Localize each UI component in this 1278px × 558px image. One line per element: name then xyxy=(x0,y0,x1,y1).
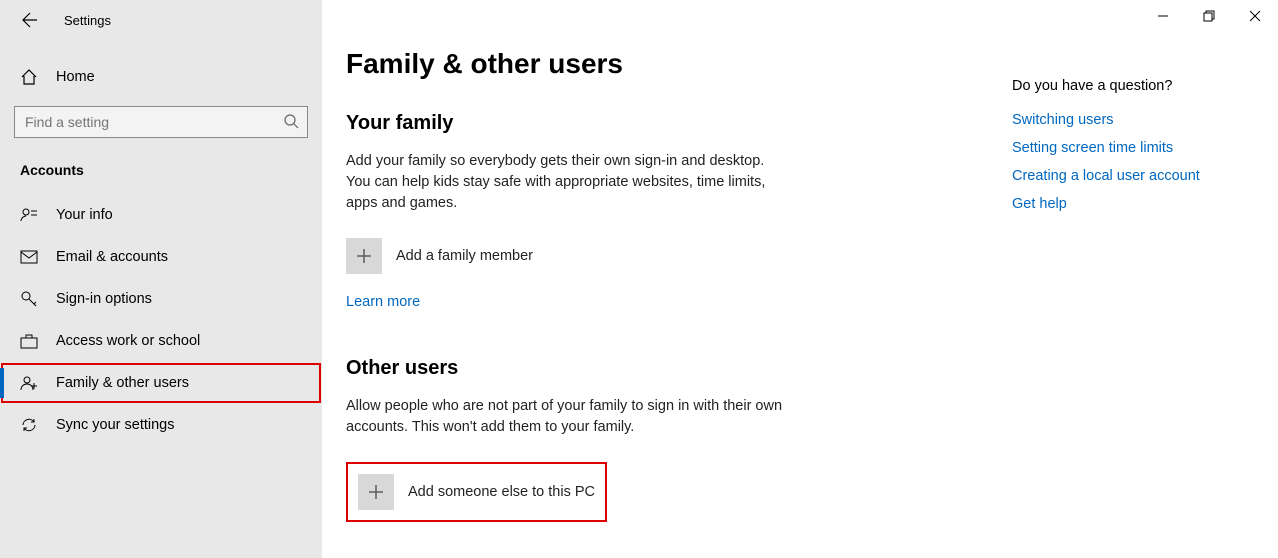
minimize-button[interactable] xyxy=(1140,0,1186,32)
family-description: Add your family so everybody gets their … xyxy=(346,151,786,214)
app-title: Settings xyxy=(64,13,111,28)
plus-icon xyxy=(346,238,382,274)
minimize-icon xyxy=(1157,10,1169,22)
nav-label: Your info xyxy=(56,207,113,223)
nav-label: Email & accounts xyxy=(56,249,168,265)
back-button[interactable] xyxy=(20,10,40,30)
sidebar-item-your-info[interactable]: Your info xyxy=(0,194,322,236)
help-link-screen-time[interactable]: Setting screen time limits xyxy=(1012,140,1242,156)
help-link-local-account[interactable]: Creating a local user account xyxy=(1012,168,1242,184)
nav-label: Sync your settings xyxy=(56,417,174,433)
add-someone-label: Add someone else to this PC xyxy=(408,484,595,500)
search-icon xyxy=(283,113,299,129)
nav-label: Access work or school xyxy=(56,333,200,349)
learn-more-link[interactable]: Learn more xyxy=(346,294,420,310)
help-links: Switching users Setting screen time limi… xyxy=(1012,112,1242,212)
close-icon xyxy=(1249,10,1261,22)
content-column: Family & other users Your family Add you… xyxy=(346,48,952,538)
add-family-label: Add a family member xyxy=(396,248,533,264)
search-wrap xyxy=(0,106,322,138)
search-input[interactable] xyxy=(15,114,307,130)
page-title: Family & other users xyxy=(346,48,952,80)
briefcase-icon xyxy=(20,332,38,350)
maximize-icon xyxy=(1203,10,1215,22)
family-heading: Your family xyxy=(346,112,952,135)
help-link-get-help[interactable]: Get help xyxy=(1012,196,1242,212)
sidebar-item-email-accounts[interactable]: Email & accounts xyxy=(0,236,322,278)
sync-icon xyxy=(20,416,38,434)
person-card-icon xyxy=(20,206,38,224)
maximize-button[interactable] xyxy=(1186,0,1232,32)
help-link-switching-users[interactable]: Switching users xyxy=(1012,112,1242,128)
mail-icon xyxy=(20,248,38,266)
help-column: Do you have a question? Switching users … xyxy=(1012,48,1242,538)
home-icon xyxy=(20,68,38,86)
home-label: Home xyxy=(56,69,95,85)
close-button[interactable] xyxy=(1232,0,1278,32)
titlebar-left: Settings xyxy=(0,0,322,40)
window-controls xyxy=(1140,0,1278,32)
other-users-heading: Other users xyxy=(346,357,952,380)
nav-label: Family & other users xyxy=(56,375,189,391)
add-family-member-button[interactable]: Add a family member xyxy=(346,238,533,274)
sidebar: Settings Home Accounts Your info Email &… xyxy=(0,0,322,558)
sidebar-item-access-work[interactable]: Access work or school xyxy=(0,320,322,362)
key-icon xyxy=(20,290,38,308)
other-users-description: Allow people who are not part of your fa… xyxy=(346,396,786,438)
sidebar-home[interactable]: Home xyxy=(0,56,322,98)
plus-icon xyxy=(358,474,394,510)
search-box[interactable] xyxy=(14,106,308,138)
nav-label: Sign-in options xyxy=(56,291,152,307)
help-title: Do you have a question? xyxy=(1012,78,1242,94)
sidebar-item-signin-options[interactable]: Sign-in options xyxy=(0,278,322,320)
sidebar-item-sync-settings[interactable]: Sync your settings xyxy=(0,404,322,446)
arrow-left-icon xyxy=(22,12,38,28)
people-icon xyxy=(20,374,38,392)
sidebar-item-family-other-users[interactable]: Family & other users xyxy=(0,362,322,404)
main-content: Family & other users Your family Add you… xyxy=(322,0,1278,558)
nav-list: Your info Email & accounts Sign-in optio… xyxy=(0,194,322,446)
category-heading: Accounts xyxy=(0,138,322,188)
add-someone-else-button[interactable]: Add someone else to this PC xyxy=(346,462,607,522)
